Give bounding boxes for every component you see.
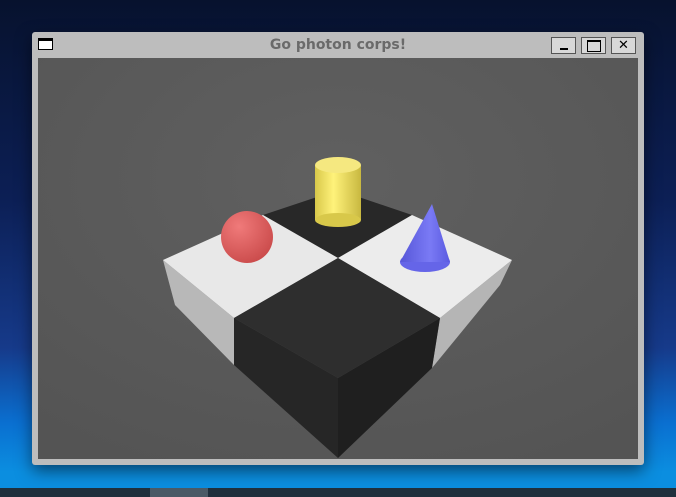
yellow-cylinder [315,157,361,227]
maximize-button[interactable] [581,37,606,54]
minimize-button[interactable] [551,37,576,54]
maximize-icon [586,39,601,52]
title-bar[interactable]: Go photon corps! ✕ [32,32,644,58]
red-sphere [221,211,273,263]
close-button[interactable]: ✕ [611,37,636,54]
rendered-scene [38,58,638,459]
minimize-icon [559,47,568,50]
close-icon: ✕ [618,38,629,53]
taskbar-item[interactable] [150,488,208,497]
app-window: Go photon corps! ✕ [32,32,644,465]
taskbar [0,488,676,497]
render-canvas[interactable] [38,58,638,459]
